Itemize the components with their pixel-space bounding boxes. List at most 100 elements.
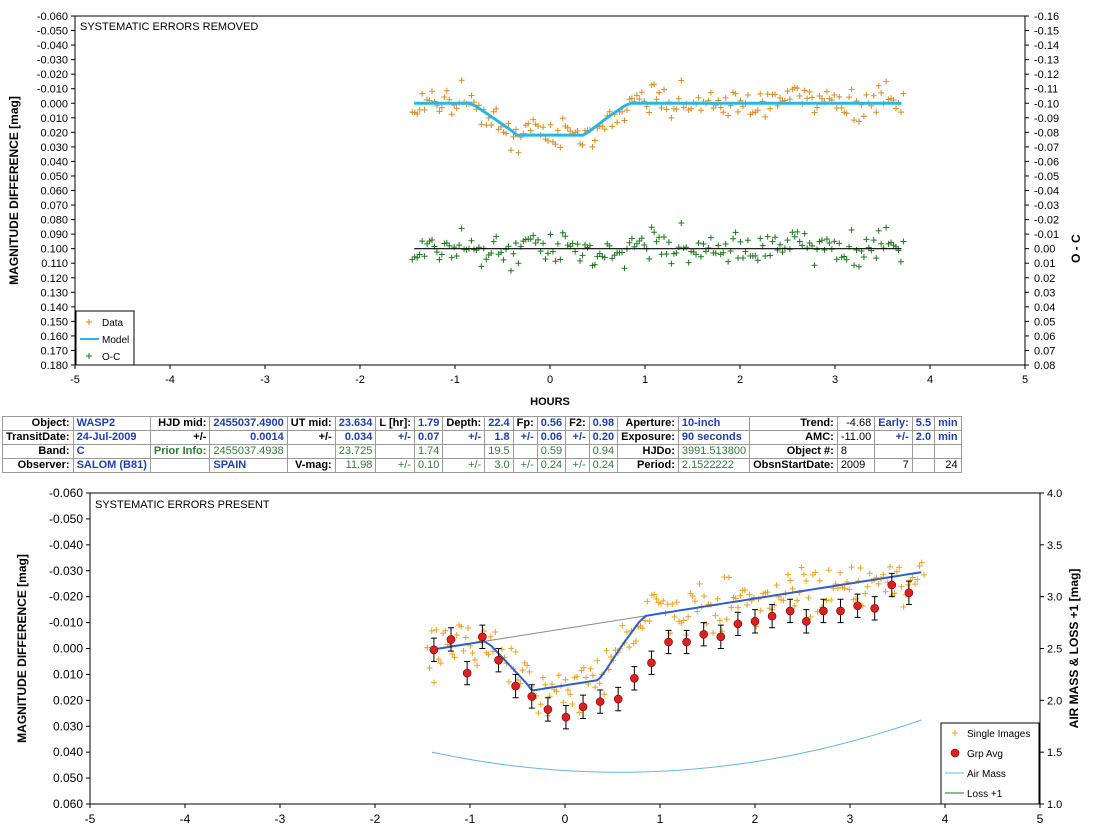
grp-avg-point xyxy=(767,611,777,621)
info-cell: 0.24 xyxy=(588,458,619,473)
info-cell: WASP2 xyxy=(72,416,151,431)
info-cell: 0.59 xyxy=(536,444,567,459)
plot-area xyxy=(74,15,1026,366)
info-cell: 2.0 xyxy=(911,430,936,445)
y2-tick-label: -0.03 xyxy=(1034,200,1059,212)
info-cell: HJD mid: xyxy=(149,416,211,431)
info-cell: 0.24 xyxy=(536,458,567,473)
info-cell: 0.06 xyxy=(536,430,567,445)
y2-tick-label: 0.08 xyxy=(1034,360,1055,372)
y-tick-label: 0.000 xyxy=(40,98,68,110)
y2-tick-label: 0.01 xyxy=(1034,258,1055,270)
y2-tick-label: 2.5 xyxy=(1047,644,1062,656)
info-cell: 0.98 xyxy=(588,416,619,431)
y-tick-label: 0.030 xyxy=(40,142,68,154)
y-tick-label: -0.050 xyxy=(37,26,68,38)
info-cell: 24-Jul-2009 xyxy=(72,430,151,445)
x-tick-label: -4 xyxy=(180,812,191,826)
info-cell: 8 xyxy=(836,444,876,459)
info-cell: Period: xyxy=(617,458,679,473)
legend-data-label: Data xyxy=(102,318,124,329)
x-tick-label: 0 xyxy=(562,812,569,826)
x-tick-label: -5 xyxy=(85,812,96,826)
info-cell: SPAIN xyxy=(209,458,288,473)
info-cell: +/- xyxy=(565,430,590,445)
info-row: Observer: SALOM (B81) SPAIN V-mag: 11.98 +/- 0… xyxy=(2,458,962,473)
y-tick-label: 0.020 xyxy=(53,693,83,707)
grp-avg-point xyxy=(578,702,588,712)
y-tick-label: 0.010 xyxy=(40,113,68,125)
info-cell: Object: xyxy=(2,416,74,431)
grp-avg-point xyxy=(819,606,828,616)
legend: Data Model O-C xyxy=(75,310,135,366)
info-cell: 3991.513800 xyxy=(677,444,751,459)
info-cell: 23.634 xyxy=(334,416,377,431)
x-tick-label: 1 xyxy=(642,374,648,386)
y2-tick-label: 0.07 xyxy=(1034,345,1055,357)
y2-tick-label: 0.03 xyxy=(1034,287,1055,299)
x-tick-label: 2 xyxy=(737,374,743,386)
info-cell: 3.0 xyxy=(484,458,514,473)
y2-axis-label: AIR MASS & LOSS +1 [mag] xyxy=(1067,569,1081,729)
x-tick-label: 5 xyxy=(1022,374,1028,386)
x-tick-label: 3 xyxy=(847,812,854,826)
info-cell: 2009 xyxy=(836,458,876,473)
y2-tick-label: -0.01 xyxy=(1034,229,1059,241)
y2-tick-label: 0.05 xyxy=(1034,316,1055,328)
info-cell: +/- xyxy=(874,430,913,445)
info-cell: min xyxy=(934,416,962,431)
y-tick-label: 0.130 xyxy=(40,287,68,299)
grp-avg-point xyxy=(446,635,456,644)
chart-annotation: SYSTEMATIC ERRORS PRESENT xyxy=(95,499,270,511)
y-tick-label: 0.010 xyxy=(53,667,83,681)
info-cell: 7 xyxy=(874,458,913,473)
info-cell: -11.00 xyxy=(836,430,876,445)
y-tick-label: -0.010 xyxy=(49,616,83,630)
grp-avg-point xyxy=(429,645,439,655)
y2-tick-label: -0.05 xyxy=(1034,171,1059,183)
info-cell: +/- xyxy=(375,430,415,445)
grp-avg-point xyxy=(511,681,520,691)
y2-tick-label: 1.5 xyxy=(1047,747,1062,759)
info-cell: 2.1522222 xyxy=(677,458,751,473)
y2-tick-label: -0.07 xyxy=(1034,142,1059,154)
y-tick-label: 0.070 xyxy=(40,200,68,212)
grp-avg-point xyxy=(716,632,726,642)
info-cell: Fp: xyxy=(512,416,538,431)
info-cell: 10-inch xyxy=(677,416,751,431)
info-cell: 2455037.4938 xyxy=(209,444,288,459)
legend-single-label: Single Images xyxy=(967,729,1030,740)
info-cell: AMC: xyxy=(749,430,838,445)
x-tick-label: -2 xyxy=(355,374,365,386)
info-cell: +/- xyxy=(442,458,486,473)
y2-tick-label: -0.15 xyxy=(1034,26,1059,38)
info-cell: 0.20 xyxy=(588,430,619,445)
info-cell: +/- xyxy=(149,430,211,445)
info-cell: V-mag: xyxy=(286,458,336,473)
plot-area xyxy=(89,492,1041,805)
info-cell xyxy=(874,444,913,459)
y-axis-label: MAGNITUDE DIFFERENCE [mag] xyxy=(7,96,21,285)
x-tick-label: -1 xyxy=(450,374,460,386)
y2-tick-label: 4.0 xyxy=(1047,488,1062,500)
x-tick-label: 2 xyxy=(752,812,759,826)
y2-tick-label: -0.08 xyxy=(1034,127,1059,139)
y-tick-label: 0.080 xyxy=(40,215,68,227)
info-cell: 0.56 xyxy=(536,416,567,431)
x-tick-label: 4 xyxy=(927,374,933,386)
y2-tick-label: -0.12 xyxy=(1034,69,1059,81)
info-cell: Depth: xyxy=(442,416,486,431)
info-cell: Band: xyxy=(2,444,74,459)
info-cell: 0.10 xyxy=(413,458,444,473)
y2-tick-label: -0.13 xyxy=(1034,55,1059,67)
info-cell: Prior Info: xyxy=(149,444,211,459)
y-axis-label: MAGNITUDE DIFFERENCE [mag] xyxy=(15,554,29,743)
info-cell: 0.94 xyxy=(588,444,619,459)
grp-avg-point xyxy=(785,606,795,616)
grp-avg-point xyxy=(527,692,537,701)
x-tick-label: 3 xyxy=(832,374,838,386)
info-cell: 0.0014 xyxy=(209,430,288,445)
y2-tick-label: 0.00 xyxy=(1034,244,1055,256)
grp-avg-point xyxy=(682,637,691,647)
y2-tick-label: -0.11 xyxy=(1034,84,1058,96)
